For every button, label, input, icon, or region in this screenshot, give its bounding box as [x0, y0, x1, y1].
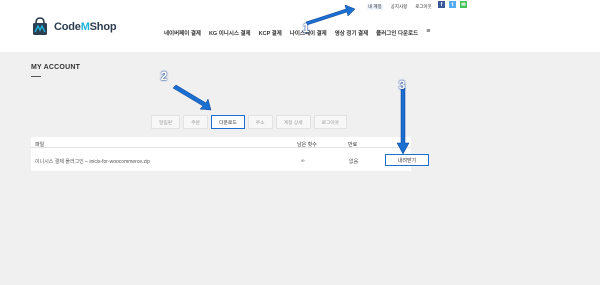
annotation-number-2: 2 [160, 69, 168, 83]
annotation-number-1: 1 [302, 21, 310, 35]
annotation-arrows [172, 4, 410, 155]
annotation-number-3: 3 [398, 78, 406, 92]
